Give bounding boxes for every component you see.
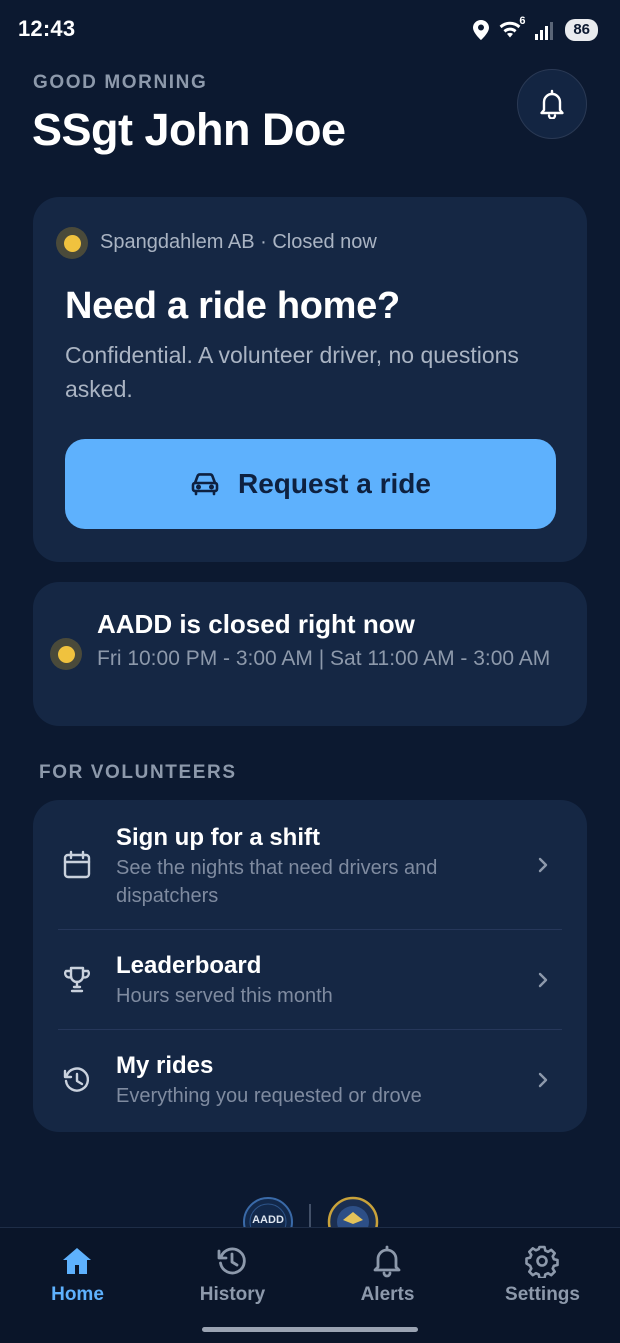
battery-indicator: 86 — [565, 19, 598, 41]
volunteers-card: Sign up for a shift See the nights that … — [33, 800, 587, 1132]
list-item-leaderboard[interactable]: Leaderboard Hours served this month — [33, 930, 587, 1030]
location-icon — [473, 20, 490, 40]
nav-settings[interactable]: Settings — [465, 1228, 620, 1318]
status-dot — [50, 638, 82, 670]
wifi-icon: 6 — [497, 15, 527, 41]
section-label-volunteers: FOR VOLUNTEERS — [39, 762, 237, 783]
gear-icon — [525, 1245, 559, 1278]
request-ride-button[interactable]: Request a ride — [65, 439, 556, 529]
base-status: Spangdahlem AB · Closed now — [100, 231, 377, 253]
car-icon — [191, 473, 219, 496]
list-item-title: My rides — [116, 1052, 214, 1079]
hero-title: Need a ride home? — [65, 285, 400, 327]
calendar-icon — [63, 850, 91, 879]
user-name: SSgt John Doe — [32, 104, 346, 155]
trophy-icon — [63, 966, 91, 993]
list-item-title: Sign up for a shift — [116, 824, 320, 851]
closed-title: AADD is closed right now — [97, 609, 415, 639]
footer-logos: AADD — [243, 1192, 383, 1232]
nav-label: Alerts — [360, 1284, 415, 1305]
list-item-subtitle: Hours served this month — [116, 985, 333, 1007]
wifi-badge: 6 — [519, 15, 526, 27]
bell-icon — [540, 89, 564, 119]
status-dot — [56, 227, 88, 259]
aadd-logo — [243, 1196, 379, 1232]
aadd-logo-text: AADD — [252, 1214, 284, 1226]
request-ride-card: Spangdahlem AB · Closed now Need a ride … — [33, 197, 587, 562]
chevron-right-icon — [538, 972, 548, 988]
signal-icon — [535, 22, 554, 40]
chevron-right-icon — [538, 1072, 548, 1088]
closed-notice-card: AADD is closed right now Fri 10:00 PM - … — [33, 582, 587, 726]
nav-history[interactable]: History — [155, 1228, 310, 1318]
nav-label: Home — [51, 1284, 104, 1305]
notifications-button[interactable] — [517, 69, 587, 139]
status-bar: 12:43 6 86 — [0, 0, 620, 60]
list-item-subtitle: See the nights that need drivers and dis… — [116, 857, 438, 907]
bottom-nav: Home History Alerts Settings — [0, 1227, 620, 1343]
home-indicator — [202, 1327, 418, 1332]
request-ride-label: Request a ride — [238, 468, 431, 499]
home-icon — [63, 1248, 91, 1274]
history-icon — [217, 1247, 246, 1275]
history-icon — [63, 1067, 90, 1092]
status-icons: 6 86 — [473, 15, 598, 44]
bell-icon — [373, 1245, 401, 1278]
list-item-sign-up-shift[interactable]: Sign up for a shift See the nights that … — [33, 800, 587, 930]
nav-alerts[interactable]: Alerts — [310, 1228, 465, 1318]
list-item-my-rides[interactable]: My rides Everything you requested or dro… — [33, 1030, 587, 1132]
hero-subtitle: Confidential. A volunteer driver, no que… — [65, 342, 519, 402]
status-time: 12:43 — [18, 16, 76, 41]
nav-home[interactable]: Home — [0, 1228, 155, 1318]
nav-label: Settings — [505, 1284, 580, 1305]
list-item-subtitle: Everything you requested or drove — [116, 1085, 422, 1107]
nav-label: History — [199, 1284, 266, 1305]
operating-hours: Fri 10:00 PM - 3:00 AM | Sat 11:00 AM - … — [97, 647, 551, 670]
greeting-label: GOOD MORNING — [33, 72, 208, 93]
chevron-right-icon — [538, 857, 548, 873]
list-item-title: Leaderboard — [116, 952, 262, 979]
